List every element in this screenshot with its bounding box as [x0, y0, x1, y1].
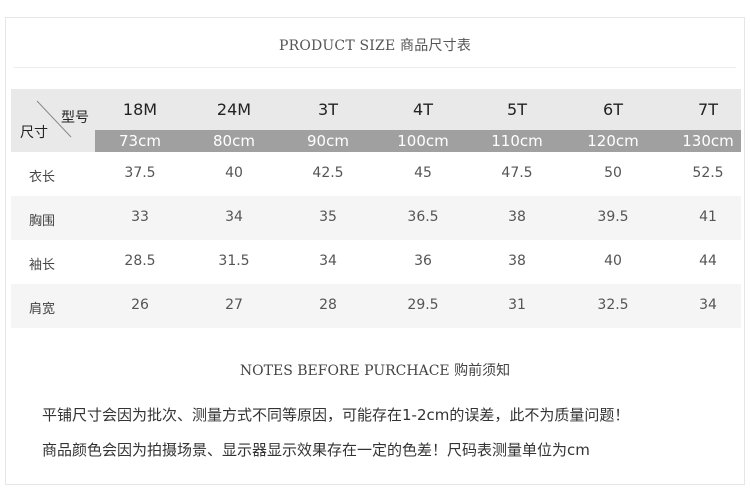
row-label: 肩宽: [29, 302, 56, 317]
corner-label-size: 尺寸: [20, 125, 48, 141]
table-cell: 32.5: [597, 297, 629, 313]
table-cell: 34: [699, 297, 717, 313]
row-label: 袖长: [29, 258, 56, 273]
table-cell: 42.5: [312, 165, 344, 181]
header-size: 5T: [507, 100, 527, 119]
table-cell: 31: [508, 297, 526, 313]
page-title: PRODUCT SIZE 商品尺寸表: [278, 38, 472, 54]
table-header: 型号 尺寸 18M 24M 3T 4T 5T 6T 7T 73cm 80cm 9…: [11, 89, 741, 152]
table-cell: 38: [508, 253, 526, 269]
table-cell: 38: [508, 209, 526, 225]
table-cell: 47.5: [501, 165, 533, 181]
note-line: 商品颜色会因为拍摄场景、显示器显示效果存在一定的色差！尺码表测量单位为cm: [42, 441, 590, 459]
table-cell: 40: [604, 253, 622, 269]
corner-label-model: 型号: [61, 110, 89, 126]
size-table: 型号 尺寸 18M 24M 3T 4T 5T 6T 7T 73cm 80cm 9…: [11, 89, 741, 328]
row-label: 胸围: [29, 214, 56, 229]
table-cell: 28.5: [124, 253, 156, 269]
table-cell: 35: [319, 209, 337, 225]
table-cell: 36.5: [407, 209, 439, 225]
table-cell: 33: [131, 209, 149, 225]
header-size: 18M: [122, 100, 158, 119]
table-row: 肩宽 26 27 28 29.5 31 32.5 34: [11, 284, 741, 328]
table-row: 袖长 28.5 31.5 34 36 38 40 44: [11, 240, 741, 284]
table-cell: 34: [319, 253, 337, 269]
header-length: 110cm: [491, 132, 543, 150]
header-size: 24M: [216, 100, 252, 119]
table-cell: 31.5: [218, 253, 250, 269]
table-cell: 28: [319, 297, 337, 313]
header-size: 6T: [603, 100, 623, 119]
header-length: 100cm: [397, 132, 449, 150]
table-cell: 44: [699, 253, 717, 269]
table-cell: 29.5: [407, 297, 439, 313]
header-length: 130cm: [682, 132, 734, 150]
table-cell: 27: [225, 297, 243, 313]
table-cell: 40: [225, 165, 243, 181]
table-row: 衣长 37.5 40 42.5 45 47.5 50 52.5: [11, 152, 741, 196]
header-size: 7T: [698, 100, 718, 119]
table-cell: 52.5: [692, 165, 724, 181]
header-length: 73cm: [119, 132, 161, 150]
header-size: 3T: [318, 100, 338, 119]
table-cell: 50: [604, 165, 622, 181]
table-cell: 39.5: [597, 209, 629, 225]
table-cell: 34: [225, 209, 243, 225]
header-length: 90cm: [307, 132, 349, 150]
header-size: 4T: [413, 100, 433, 119]
header-length: 80cm: [213, 132, 255, 150]
table-cell: 41: [699, 209, 717, 225]
table-row: 胸围 33 34 35 36.5 38 39.5 41: [11, 196, 741, 240]
note-line: 平铺尺寸会因为批次、测量方式不同等原因，可能存在1-2cm的误差，此不为质量问题…: [42, 406, 630, 424]
row-label: 衣长: [29, 170, 56, 185]
title-divider: [14, 67, 736, 68]
header-corner: 型号 尺寸: [11, 89, 95, 152]
table-cell: 37.5: [124, 165, 156, 181]
table-cell: 45: [414, 165, 432, 181]
notes-title: NOTES BEFORE PURCHACE 购前须知: [239, 363, 511, 379]
table-cell: 26: [131, 297, 149, 313]
header-length: 120cm: [587, 132, 639, 150]
table-cell: 36: [414, 253, 432, 269]
